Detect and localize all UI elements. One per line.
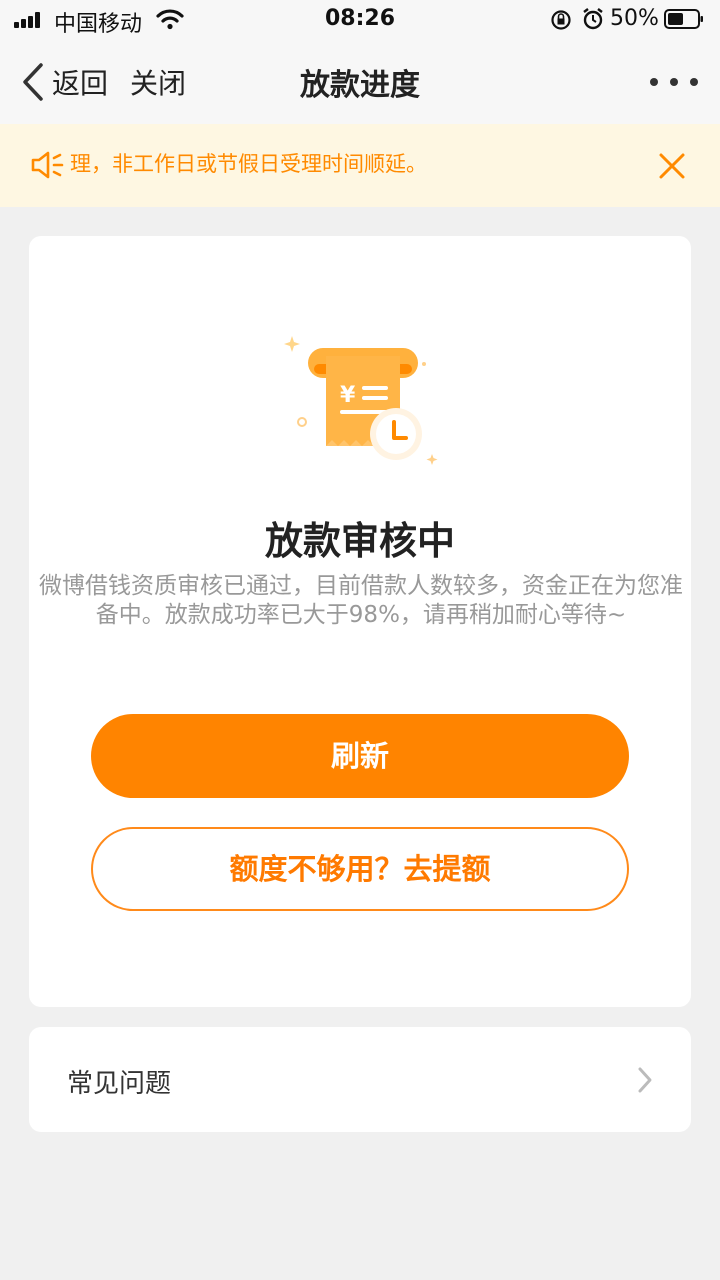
faq-label: 常见问题 <box>67 1069 172 1099</box>
orientation-lock-icon <box>551 10 571 30</box>
page-title: 放款进度 <box>300 68 420 103</box>
more-icon[interactable] <box>642 72 702 92</box>
alarm-icon <box>583 8 603 30</box>
speaker-icon <box>31 151 64 179</box>
raise-limit-button[interactable]: 额度不够用？去提额 <box>91 827 629 911</box>
battery-percentage: 50% <box>610 6 659 31</box>
battery-icon <box>664 9 703 29</box>
svg-text:¥: ¥ <box>340 383 356 408</box>
status-description: 微博借钱资质审核已通过，目前借款人数较多，资金正在为您准备中。放款成功率已大于9… <box>39 573 683 628</box>
notice-text: 理，非工作日或节假日受理时间顺延。 <box>70 152 427 176</box>
faq-row[interactable]: 常见问题 <box>29 1027 691 1132</box>
status-title: 放款审核中 <box>264 519 455 563</box>
refresh-button[interactable]: 刷新 <box>91 714 629 798</box>
nav-bar: 返回 关闭 放款进度 <box>0 40 720 125</box>
notice-bar: 理，非工作日或节假日受理时间顺延。 <box>0 124 720 207</box>
status-bar: 中国移动 08:26 50% <box>0 0 720 40</box>
chevron-right-icon <box>638 1067 652 1093</box>
notice-close-icon[interactable] <box>658 152 686 180</box>
receipt-clock-icon: ¥ <box>284 336 438 465</box>
